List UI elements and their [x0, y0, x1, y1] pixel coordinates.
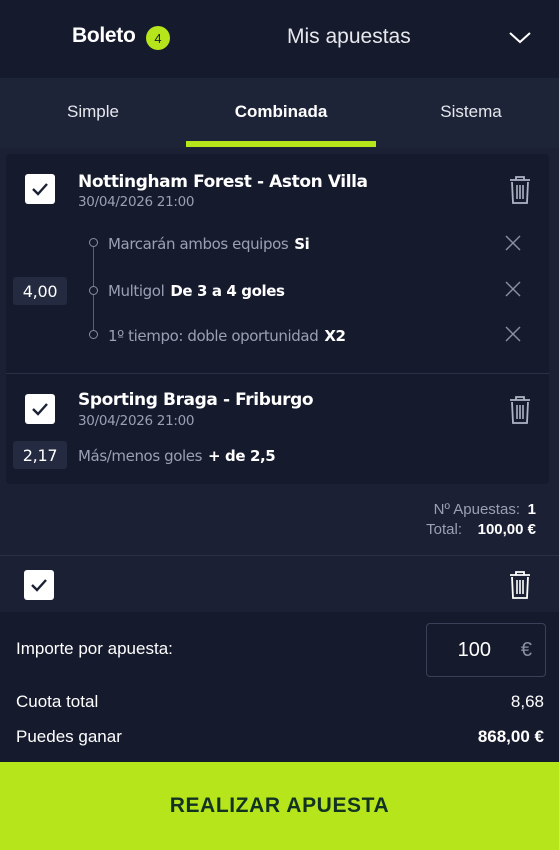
event-title: Sporting Braga - Friburgo — [78, 390, 314, 410]
stake-label: Importe por apuesta: — [16, 639, 173, 658]
event-datetime: 30/04/2026 21:00 — [78, 413, 195, 429]
bet-odds: 4,00 — [13, 277, 67, 305]
betslip-title: Boleto — [72, 24, 136, 47]
selection-pick: Si — [294, 235, 310, 253]
bet-checkbox[interactable] — [25, 174, 55, 204]
my-bets-link[interactable]: Mis apuestas — [287, 25, 411, 49]
selection-row: Marcarán ambos equipos Si — [108, 234, 310, 253]
potential-win-value: 868,00 € — [477, 727, 544, 746]
stake-value: 100 — [457, 639, 491, 661]
trash-icon[interactable] — [507, 569, 533, 601]
total-odds-label: Cuota total — [16, 692, 99, 711]
selection-pick: + de 2,5 — [208, 447, 276, 465]
betslip-count-badge: 4 — [146, 26, 170, 50]
selection-market: Multigol — [108, 282, 165, 300]
close-icon[interactable] — [505, 326, 521, 342]
selection-row: 1º tiempo: doble oportunidad X2 — [108, 326, 346, 345]
tab-sistema[interactable]: Sistema — [383, 102, 559, 122]
total-stake-value: 100,00 € — [477, 521, 536, 538]
check-icon — [32, 183, 48, 196]
selection-pick: De 3 a 4 goles — [170, 282, 285, 300]
selection-market: Más/menos goles — [78, 447, 203, 465]
stake-panel: Importe por apuesta: 100 € Cuota total 8… — [0, 612, 559, 762]
bet-odds: 2,17 — [13, 441, 67, 469]
close-icon[interactable] — [505, 281, 521, 297]
tab-combinada[interactable]: Combinada — [186, 102, 376, 122]
selection-pick: X2 — [324, 327, 346, 345]
trash-icon[interactable] — [507, 174, 533, 206]
active-tab-indicator — [186, 141, 376, 147]
total-odds-value: 8,68 — [510, 692, 544, 711]
potential-win-label: Puedes ganar — [16, 727, 122, 746]
check-icon — [31, 579, 47, 592]
bet-checkbox[interactable] — [25, 394, 55, 424]
selection-dot — [89, 330, 98, 339]
select-all-checkbox[interactable] — [24, 570, 54, 600]
selection-dot — [89, 286, 98, 295]
betslip-header: Boleto 4 Mis apuestas — [0, 0, 559, 78]
selection-market: Marcarán ambos equipos — [108, 235, 289, 253]
bet-divider — [6, 373, 549, 374]
close-icon[interactable] — [505, 235, 521, 251]
stake-input[interactable]: 100 € — [426, 623, 546, 677]
selection-row: Más/menos goles + de 2,5 — [78, 446, 276, 465]
chevron-down-icon[interactable] — [508, 28, 532, 46]
event-datetime: 30/04/2026 21:00 — [78, 194, 195, 210]
bets-list: Nottingham Forest - Aston Villa 30/04/20… — [6, 154, 549, 484]
place-bet-button[interactable]: REALIZAR APUESTA — [0, 762, 559, 850]
num-bets-value: 1 — [527, 501, 536, 518]
section-divider — [0, 555, 559, 556]
num-bets-label: Nº Apuestas: — [433, 501, 520, 518]
selection-market: 1º tiempo: doble oportunidad — [108, 327, 319, 345]
trash-icon[interactable] — [507, 394, 533, 426]
stake-currency: € — [520, 639, 532, 661]
selection-dot — [89, 238, 98, 247]
selection-row: Multigol De 3 a 4 goles — [108, 281, 285, 300]
total-stake-label: Total: — [426, 521, 462, 538]
tab-simple[interactable]: Simple — [0, 102, 186, 122]
check-icon — [32, 403, 48, 416]
bet-type-tabs: Simple Combinada Sistema — [0, 78, 559, 148]
event-title: Nottingham Forest - Aston Villa — [78, 172, 368, 192]
